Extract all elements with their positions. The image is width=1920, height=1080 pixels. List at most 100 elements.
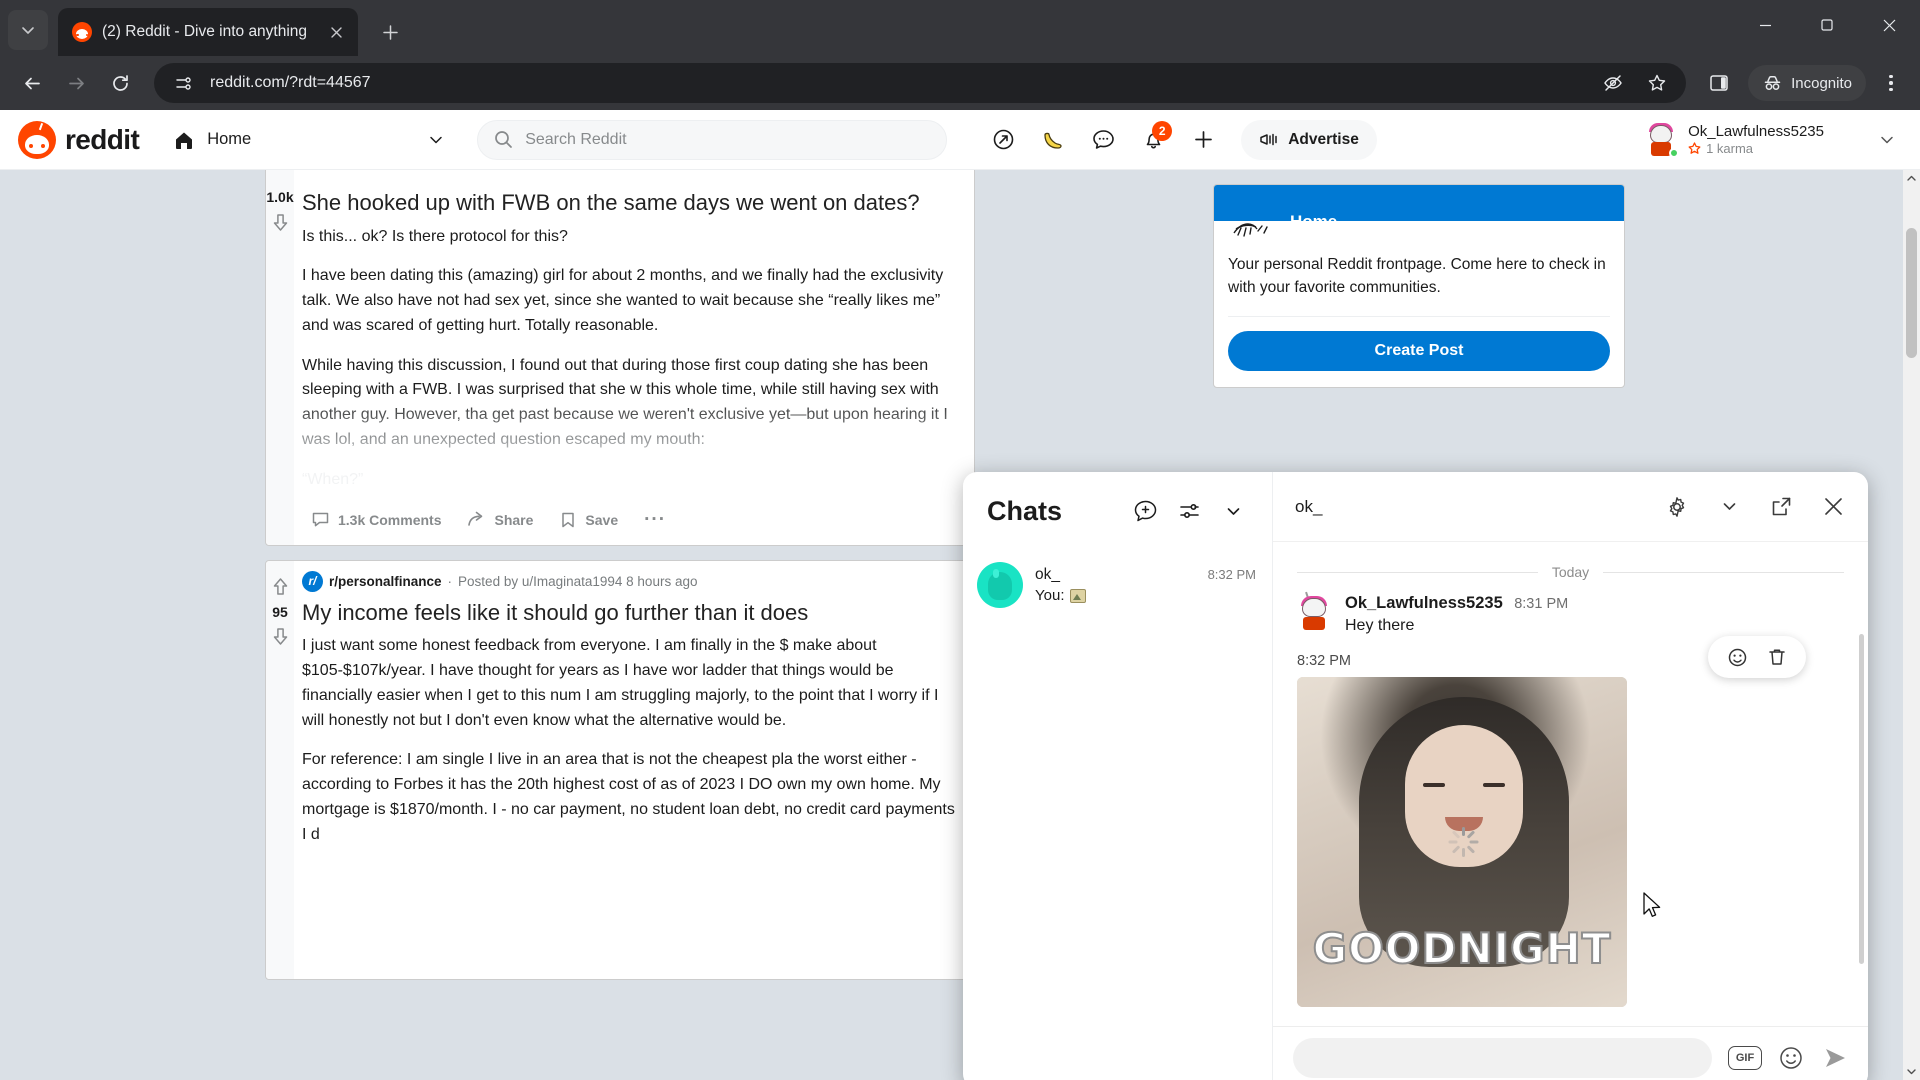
meta-dot: · [447,573,453,589]
scroll-down-button[interactable] [1903,1063,1920,1080]
more-options-button[interactable]: ··· [635,502,675,538]
day-label: Today [1551,564,1590,580]
post-feed: 1.0k She hooked up with FWB on the same … [265,170,975,994]
more-dots-icon: ··· [644,508,667,530]
reddit-logo-icon [18,120,56,159]
divider [1228,315,1610,317]
page-scrollbar[interactable] [1903,170,1920,1080]
downvote-button[interactable] [266,208,294,236]
add-reaction-icon[interactable] [1726,646,1748,668]
avatar [1644,122,1680,158]
browser-tab[interactable]: (2) Reddit - Dive into anything [58,8,358,56]
tab-title: (2) Reddit - Dive into anything [102,23,308,40]
send-message-button[interactable] [1820,1043,1850,1073]
user-meta: Ok_Lawfulness5235 1 karma [1688,123,1824,156]
tab-strip: (2) Reddit - Dive into anything [0,0,1920,56]
chat-filter-icon[interactable] [1174,496,1204,526]
browser-menu-button[interactable] [1874,66,1908,100]
post-paragraph: I have been dating this (amazing) girl f… [302,267,948,334]
message-input[interactable] [1309,1048,1696,1067]
incognito-indicator[interactable]: Incognito [1748,65,1866,101]
user-menu[interactable]: Ok_Lawfulness5235 1 karma [1640,117,1902,163]
search-input[interactable] [525,130,931,149]
karma-icon [1688,142,1701,155]
close-icon[interactable] [324,20,348,44]
create-post-icon[interactable] [1181,118,1225,162]
divider [1603,571,1845,573]
incognito-icon [1762,73,1783,94]
post-author-time: Posted by u/Imaginata1994 8 hours ago [458,573,698,589]
address-bar[interactable]: reddit.com/?rdt=44567 [154,63,1687,103]
message-item[interactable]: Ok_Lawfulness5235 8:31 PM Hey there [1297,591,1844,678]
gif-attachment[interactable]: GOODNIGHT [1297,677,1627,1007]
subreddit-name[interactable]: r/personalfinance [329,574,442,589]
minimize-button[interactable] [1734,0,1796,50]
back-button[interactable] [12,63,52,103]
vote-column: 1.0k [266,170,294,545]
chat-bubble-icon[interactable] [1081,118,1125,162]
new-tab-button[interactable] [372,14,408,50]
bookmark-star-icon[interactable] [1642,68,1672,98]
new-chat-icon[interactable] [1130,496,1160,526]
maximize-button[interactable] [1796,0,1858,50]
close-icon[interactable] [1820,494,1846,520]
comments-button[interactable]: 1.3k Comments [302,503,450,536]
reddit-header: reddit Home Search Reddit 2 Advertise Ok… [0,110,1920,170]
reload-button[interactable] [100,63,140,103]
side-panel-icon[interactable] [1700,64,1738,102]
home-widget-title-row: Home [1228,203,1610,241]
scroll-up-button[interactable] [1903,170,1920,187]
user-karma: 1 karma [1688,141,1824,156]
reddit-logo-text: reddit [65,123,140,155]
chevron-down-icon[interactable] [1716,494,1742,520]
conversation-body: ok_ 8:32 PM You: [1035,566,1256,604]
downvote-button[interactable] [266,623,294,651]
reddit-logo[interactable]: reddit [18,120,140,159]
post-card[interactable]: 1.0k She hooked up with FWB on the same … [265,170,975,546]
notifications-icon[interactable]: 2 [1131,118,1175,162]
post-body: r/ r/personalfinance · Posted by u/Imagi… [294,561,974,979]
hide-password-icon[interactable] [1598,68,1628,98]
chats-title: Chats [987,495,1063,526]
message-input-wrapper[interactable] [1293,1037,1712,1078]
banana-icon[interactable] [1031,118,1075,162]
chevron-down-icon [427,131,445,149]
message-hover-actions [1708,636,1806,678]
home-widget-content: Home Your personal Reddit frontpage. Com… [1214,212,1624,387]
upvote-button[interactable] [266,573,294,601]
share-button[interactable]: Share [458,503,542,536]
post-paragraph: While having this discussion, I found ou… [302,354,962,453]
emoji-picker-icon[interactable] [1778,1045,1804,1071]
gif-picker-button[interactable]: GIF [1728,1045,1762,1070]
home-dropdown[interactable]: Home [163,120,453,160]
post-title[interactable]: My income feels like it should go furthe… [302,599,962,627]
chat-scrollbar-thumb[interactable] [1859,634,1864,964]
site-settings-icon[interactable] [168,68,198,98]
karma-text: 1 karma [1706,141,1754,156]
scrollbar-thumb[interactable] [1906,228,1917,358]
delete-message-icon[interactable] [1766,646,1788,668]
window-close-button[interactable] [1858,0,1920,50]
open-external-icon[interactable] [1768,494,1794,520]
conversation-preview-prefix: You: [1035,587,1065,604]
forward-button[interactable] [56,63,96,103]
avatar [1297,591,1331,630]
post-card[interactable]: 95 r/ r/personalfinance · Posted by u/Im… [265,559,975,980]
popular-icon[interactable] [981,118,1025,162]
chevron-down-icon[interactable] [1218,496,1248,526]
home-icon [173,129,195,151]
conversation-list-item[interactable]: ok_ 8:32 PM You: [963,550,1272,620]
search-box[interactable] [477,119,948,160]
post-title[interactable]: She hooked up with FWB on the same days … [302,189,962,217]
create-post-button[interactable]: Create Post [1228,330,1610,371]
subreddit-icon: r/ [302,570,323,592]
message-header: Ok_Lawfulness5235 8:31 PM [1345,594,1568,613]
home-label: Home [207,130,252,148]
advertise-button[interactable]: Advertise [1241,119,1377,160]
save-button[interactable]: Save [550,504,627,536]
conversation-preview: You: [1035,587,1256,604]
message-time: 8:31 PM [1514,596,1569,612]
chat-list-header: Chats [963,472,1272,550]
tab-search-button[interactable] [8,10,48,50]
gear-icon[interactable] [1664,494,1690,520]
